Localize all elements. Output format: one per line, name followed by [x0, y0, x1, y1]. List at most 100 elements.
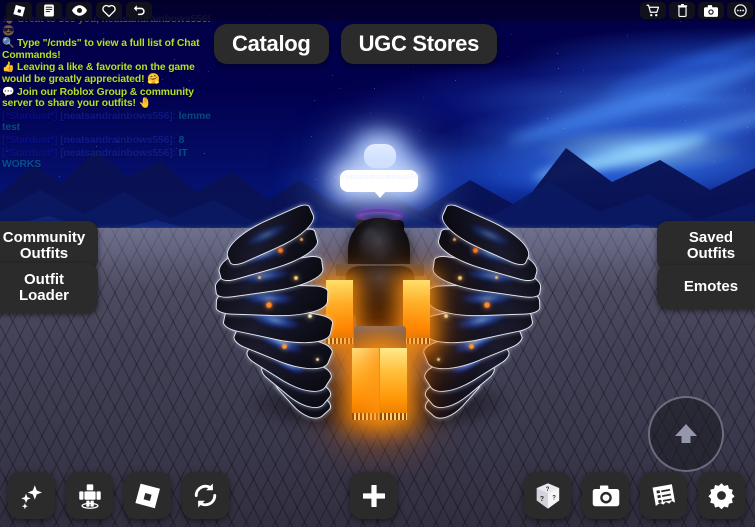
- wing-ember-particle: [469, 344, 474, 349]
- wing-ember-particle: [484, 302, 490, 308]
- star: [423, 97, 425, 99]
- catalog-button[interactable]: Catalog: [214, 24, 329, 64]
- star: [667, 94, 669, 96]
- chat-rank-tag: [*Stardust*]: [2, 147, 61, 159]
- chat-user-message: [*Stardust*] [neatsandrainbows556]: 8: [2, 135, 222, 147]
- wing-ember-particle: [437, 358, 440, 361]
- community-outfits-label-line2: Outfits: [19, 245, 69, 262]
- wing-ember-particle: [453, 238, 456, 241]
- chat-rank-tag: [*Stardust*]: [2, 110, 61, 122]
- star: [507, 56, 509, 58]
- wing-ember-particle: [294, 276, 298, 280]
- svg-text:?: ?: [539, 496, 543, 503]
- jump-button[interactable]: [648, 396, 724, 472]
- star: [626, 35, 628, 37]
- star: [455, 80, 457, 82]
- ugc-stores-button[interactable]: UGC Stores: [340, 24, 498, 64]
- camera-icon: [592, 485, 619, 506]
- saved-outfits-label-line1: Saved: [688, 229, 734, 246]
- star: [556, 53, 558, 55]
- settings-button[interactable]: [698, 472, 745, 519]
- trash-bin-icon[interactable]: [669, 2, 695, 19]
- refresh-icon: [194, 483, 217, 508]
- list-document-icon: [652, 483, 675, 506]
- chat-user-message: [*Stardust*] [neatsandrainbows556]: lemm…: [2, 111, 222, 134]
- chat-message-text: Leaving a like & favorite on the game wo…: [2, 62, 195, 85]
- chat-system-line: 💬 Join our Roblox Group & community serv…: [2, 87, 222, 110]
- star: [627, 33, 629, 35]
- roblox-button[interactable]: [124, 472, 171, 519]
- chat-username: [neatsandrainbows556]:: [60, 134, 179, 146]
- shopping-cart-icon[interactable]: [640, 2, 666, 19]
- camera-icon[interactable]: [698, 2, 724, 19]
- star: [557, 67, 559, 69]
- chat-emoji-icon: 🔍: [2, 38, 18, 50]
- character-button[interactable]: [66, 472, 113, 519]
- game-screen: neatsandrainbows556 👋 Great to see you, …: [0, 0, 755, 527]
- avatar-right-arm: [403, 280, 430, 344]
- svg-text:?: ?: [545, 486, 549, 492]
- wing-ember-particle: [473, 248, 478, 253]
- heart-icon[interactable]: [96, 2, 122, 19]
- random-button[interactable]: ? ? ?: [524, 472, 571, 519]
- wing-ember-particle: [258, 276, 261, 279]
- player-avatar[interactable]: neatsandrainbows556: [212, 140, 544, 430]
- plus-icon: [362, 484, 385, 507]
- chat-message-text: Join our Roblox Group & community server…: [2, 86, 194, 110]
- avatar-waist: [354, 326, 406, 350]
- star: [676, 52, 678, 54]
- emotes-button[interactable]: Emotes: [657, 265, 755, 309]
- wing-ember-particle: [300, 238, 303, 241]
- wing-ember-particle: [458, 276, 462, 280]
- chat-username: [neatsandrainbows556]:: [60, 147, 179, 159]
- wing-ember-particle: [278, 248, 283, 253]
- chat-log[interactable]: 👋 Great to see you, neatsandrainbows556!…: [2, 14, 222, 172]
- star: [340, 87, 342, 89]
- avatar-right-leg: [380, 348, 407, 420]
- wing-ember-particle: [308, 314, 312, 318]
- inventory-button[interactable]: [640, 472, 687, 519]
- avatar-icon: [78, 483, 101, 509]
- undo-arrow-icon[interactable]: [126, 2, 152, 19]
- effects-button[interactable]: [8, 472, 55, 519]
- chat-message-body: 8: [178, 134, 185, 146]
- eye-icon[interactable]: [66, 2, 92, 19]
- photo-button[interactable]: [582, 472, 629, 519]
- saved-outfits-label-line2: Outfits: [686, 245, 736, 262]
- saved-outfits-button[interactable]: Saved Outfits: [657, 221, 755, 271]
- svg-text:?: ?: [552, 495, 556, 501]
- wing-ember-particle: [282, 344, 287, 349]
- chat-user-message: [*Stardust*] [neatsandrainbows556]: IT W…: [2, 148, 222, 171]
- roblox-icon: [134, 483, 160, 508]
- star: [331, 75, 333, 77]
- chat-emoji-icon: 💬: [2, 86, 18, 98]
- emotes-label: Emotes: [683, 278, 739, 295]
- nameplate-username: neatsandrainbows556: [340, 174, 419, 181]
- avatar-left-leg: [352, 348, 379, 420]
- chat-emoji-icon: 👍: [2, 62, 18, 74]
- star: [546, 117, 548, 119]
- more-options-icon[interactable]: [727, 2, 753, 19]
- star: [721, 64, 723, 66]
- star: [370, 112, 372, 114]
- roblox-logo-icon[interactable]: [6, 2, 32, 19]
- star: [511, 33, 513, 35]
- chat-system-line: 🔍 Type "/cmds" to view a full list of Ch…: [2, 38, 222, 61]
- outfit-loader-button[interactable]: Outfit Loader: [0, 263, 98, 313]
- wing-ember-particle: [266, 302, 272, 308]
- gear-icon: [708, 483, 735, 509]
- reset-button[interactable]: [182, 472, 229, 519]
- star: [679, 20, 681, 22]
- star: [684, 105, 686, 107]
- wing-ember-particle: [444, 314, 448, 318]
- avatar-nameplate: neatsandrainbows556: [340, 144, 419, 200]
- star: [724, 102, 726, 104]
- chat-username: [neatsandrainbows556]:: [60, 110, 179, 122]
- add-button[interactable]: [350, 472, 397, 519]
- up-arrow-icon: [675, 424, 697, 443]
- nameplate-head-glow: [364, 144, 396, 168]
- star: [413, 66, 415, 68]
- list-menu-icon[interactable]: [36, 2, 62, 19]
- outfit-loader-label-line1: Outfit: [24, 271, 64, 288]
- chat-rank-tag: [*Stardust*]: [2, 134, 61, 146]
